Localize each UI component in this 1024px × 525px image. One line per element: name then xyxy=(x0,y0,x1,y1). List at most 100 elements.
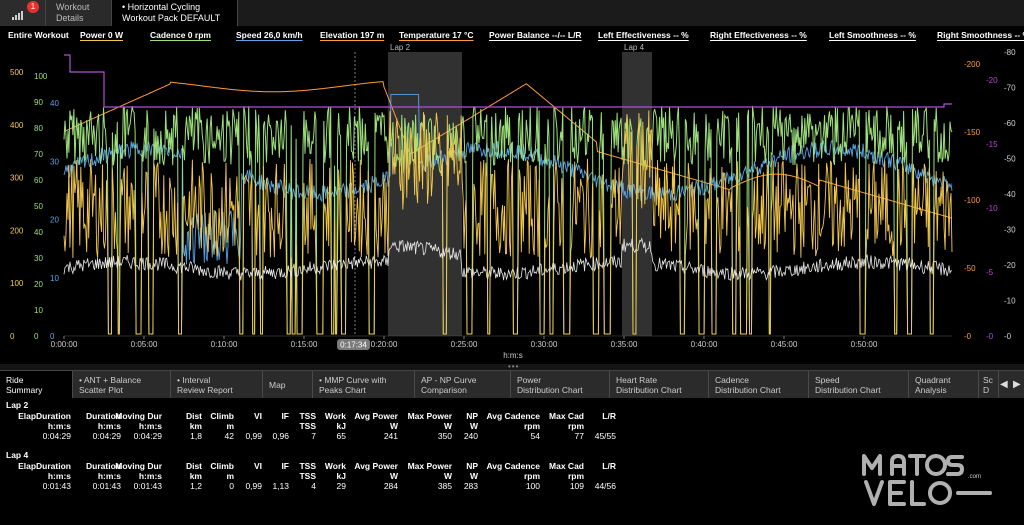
speed-axis-tick: 10 xyxy=(50,274,59,283)
tab-cadence-distribution[interactable]: Cadence Distribution Chart xyxy=(709,371,809,399)
tab-interval-review[interactable]: • Interval Review Report xyxy=(171,371,263,399)
power-axis-tick: 500 xyxy=(10,68,24,77)
signal-button[interactable]: 1 xyxy=(0,0,46,26)
tab-ap-np-curve[interactable]: AP - NP Curve Comparison xyxy=(415,371,511,399)
tab-balance-scatter[interactable]: • ANT + Balance Scatter Plot xyxy=(73,371,171,399)
summary-values-row-cell: 0:01:43 xyxy=(92,481,121,491)
summary-values-row-cell: 241 xyxy=(383,431,398,441)
cadence-axis-tick: 70 xyxy=(34,150,43,159)
summary-header-row-cell: Dist xyxy=(185,461,202,471)
tab-power-distribution[interactable]: Power Distribution Chart xyxy=(511,371,610,399)
lap-label: Lap 4 xyxy=(624,44,645,52)
tab-label-line2: Comparison xyxy=(421,385,467,395)
summary-units-row-cell: rpm xyxy=(523,471,540,481)
tab-quadrant-analysis[interactable]: Quadrant Analysis xyxy=(909,371,979,399)
power-axis-tick: 400 xyxy=(10,121,24,130)
summary-units-row-cell: h:m:s xyxy=(138,421,162,431)
tab-truncated[interactable]: Sc D xyxy=(979,371,999,399)
summary-units-row: h:m:s h:m:s h:m:s km m TSS kJ W W Wrpm rpm xyxy=(0,421,660,431)
summary-values-row-cell: 1,8 xyxy=(190,431,202,441)
metric-temperature[interactable]: Temperature 17 °C xyxy=(399,30,474,40)
balance-axis-tick: -60 xyxy=(1004,119,1016,128)
tab-label-line2: Analysis xyxy=(915,385,947,395)
summary-values-row-cell: 350 xyxy=(437,431,452,441)
metric-speed[interactable]: Speed 26,0 km/h xyxy=(236,30,303,40)
summary-header-row-cell: Max Cad xyxy=(549,411,584,421)
summary-header-row-cell: Max Power xyxy=(407,461,452,471)
summary-header-row-cell: NP xyxy=(466,411,478,421)
metrics-header: Entire Workout Power 0 W Cadence 0 rpm S… xyxy=(0,26,1024,44)
matos-velo-watermark-logo: .com xyxy=(862,454,992,506)
metric-cadence[interactable]: Cadence 0 rpm xyxy=(150,30,211,40)
power-axis-tick: 200 xyxy=(10,226,24,235)
summary-header-row-cell: IF xyxy=(281,411,289,421)
speed-axis-tick: 40 xyxy=(50,99,59,108)
summary-values-row-cell: 240 xyxy=(463,431,478,441)
tab-label-line1: Speed xyxy=(815,375,840,385)
summary-units-row-cell: km xyxy=(189,471,202,481)
metric-left-smoothness[interactable]: Left Smoothness -- % xyxy=(829,30,916,40)
x-axis-tick: 0:05:00 xyxy=(131,340,158,349)
summary-header-row-cell: ElapDuration xyxy=(18,411,71,421)
summary-values-row: 0:04:29 0:04:29 0:04:29 1,8 42 0,99 0,96 7 65 241… xyxy=(0,431,660,441)
summary-units-row-cell: rpm xyxy=(523,421,540,431)
x-axis-tick: 0:40:00 xyxy=(691,340,718,349)
x-axis-label: h:m:s xyxy=(503,351,523,360)
tab-ride-summary[interactable]: Ride Summary xyxy=(0,371,73,399)
tab-workout-details[interactable]: Workout Details xyxy=(46,0,112,26)
tab-label-line2: Details xyxy=(56,13,84,23)
balance-axis-tick: -70 xyxy=(1004,84,1016,93)
balance-axis-tick: -40 xyxy=(1004,190,1016,199)
cadence-axis-tick: 90 xyxy=(34,98,43,107)
summary-values-row-cell: 42 xyxy=(224,431,234,441)
summary-values-row-cell: 1,2 xyxy=(190,481,202,491)
metric-power[interactable]: Power 0 W xyxy=(80,30,123,40)
tab-map[interactable]: Map xyxy=(263,371,313,399)
metric-right-effectiveness[interactable]: Right Effectiveness -- % xyxy=(710,30,807,40)
summary-header-row-cell: Moving Dur xyxy=(115,411,162,421)
workout-chart[interactable]: Lap 2 Lap 4500400300200100010090807060504… xyxy=(0,44,1024,364)
tab-label-line1: AP - NP Curve xyxy=(421,375,477,385)
top-bar: 1 Workout Details • Horizontal Cycling W… xyxy=(0,0,1024,26)
tab-heart-rate-distribution[interactable]: Heart Rate Distribution Chart xyxy=(610,371,709,399)
cadence-axis-tick: 30 xyxy=(34,254,43,263)
summary-values-row-cell: 29 xyxy=(336,481,346,491)
summary-units-row-cell: km xyxy=(189,421,202,431)
summary-values-row-cell: 0:04:29 xyxy=(92,431,121,441)
tab-scroll-left-icon[interactable]: ◀ xyxy=(1000,379,1008,390)
summary-header-row-cell: Work xyxy=(324,411,346,421)
temperature-axis-tick: -20 xyxy=(986,76,998,85)
summary-units-row: h:m:s h:m:s h:m:s km m TSS kJ W W Wrpm rpm xyxy=(0,471,660,481)
x-axis-tick: 0:25:00 xyxy=(451,340,478,349)
metric-elevation[interactable]: Elevation 197 m xyxy=(320,30,384,40)
elevation-axis-tick: -150 xyxy=(964,128,981,137)
summary-header-row-cell: Avg Power xyxy=(354,461,398,471)
tab-label-line2: D xyxy=(983,385,990,395)
tab-label-line1: Cadence xyxy=(715,375,750,385)
tab-label-line1: Heart Rate xyxy=(616,375,658,385)
cadence-axis-tick: 10 xyxy=(34,306,43,315)
summary-units-row-cell: m xyxy=(226,471,234,481)
summary-header-row: ElapDuration Duration Moving Dur Dist Climb V… xyxy=(0,461,660,471)
summary-units-row-cell: TSS xyxy=(299,421,316,431)
summary-header-row-cell: ElapDuration xyxy=(18,461,71,471)
metric-power-balance[interactable]: Power Balance --/-- L/R xyxy=(489,30,582,40)
tab-label-line2: Distribution Chart xyxy=(715,385,781,395)
metric-left-effectiveness[interactable]: Left Effectiveness -- % xyxy=(598,30,689,40)
metric-right-smoothness[interactable]: Right Smoothness -- % xyxy=(937,30,1024,40)
tab-label-line2: Distribution Chart xyxy=(616,385,682,395)
workout-chart-area[interactable]: Lap 2 Lap 4 500 400 300 200 100 0 100 90 80 70 60 50 4… xyxy=(0,44,1024,364)
summary-header-row-cell: Dist xyxy=(185,411,202,421)
summary-values-row-cell: 0:01:43 xyxy=(133,481,162,491)
cadence-axis-tick: 20 xyxy=(34,280,43,289)
summary-header-row-cell: VI xyxy=(253,461,262,471)
entire-workout-label: Entire Workout xyxy=(8,30,69,40)
tab-workout-pack[interactable]: • Horizontal Cycling Workout Pack DEFAUL… xyxy=(112,0,238,26)
tab-speed-distribution[interactable]: Speed Distribution Chart xyxy=(809,371,909,399)
summary-units-row-cell: rpm xyxy=(567,471,584,481)
tab-scroll-right-icon[interactable]: ▶ xyxy=(1013,379,1021,390)
summary-header-row-cell: Climb xyxy=(210,411,234,421)
summary-values-row-cell: 54 xyxy=(530,431,540,441)
tab-mmp-curve[interactable]: • MMP Curve with Peaks Chart xyxy=(313,371,415,399)
tab-label-line1: • Interval xyxy=(177,375,211,385)
